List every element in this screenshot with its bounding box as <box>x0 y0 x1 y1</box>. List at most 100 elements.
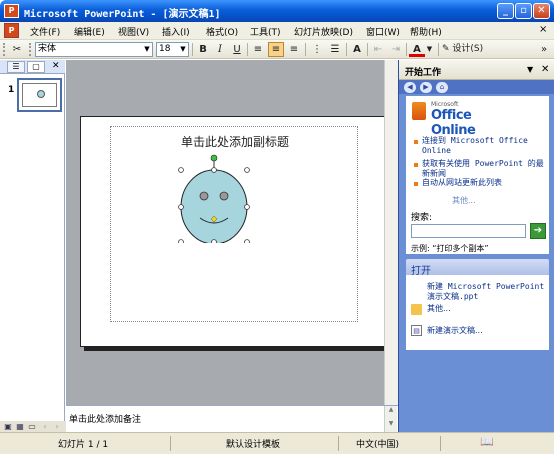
recent-file-link[interactable]: 新建 Microsoft PowerPoint 演示文稿.ppt <box>427 282 545 302</box>
open-more-link[interactable]: 其他... <box>427 304 551 314</box>
link-connect-office-online[interactable]: 连接到 Microsoft Office Online <box>422 136 546 156</box>
open-section-header: 打开 <box>406 259 549 277</box>
italic-button[interactable]: I <box>212 42 228 57</box>
slides-pane-close-icon[interactable]: ✕ <box>52 61 60 71</box>
menu-help[interactable]: 帮助(H) <box>410 25 442 38</box>
resize-handle[interactable] <box>178 167 184 173</box>
increase-indent-icon[interactable]: ⇥ <box>388 42 404 57</box>
menu-tools[interactable]: 工具(T) <box>250 25 281 38</box>
vertical-scrollbar[interactable] <box>384 60 398 405</box>
task-pane-close-icon[interactable]: ✕ <box>541 64 549 75</box>
cut-icon[interactable]: ✂ <box>9 42 25 57</box>
font-color-button[interactable]: A <box>409 42 425 57</box>
decrease-indent-icon[interactable]: ⇤ <box>370 42 386 57</box>
menu-window[interactable]: 窗口(W) <box>366 25 400 38</box>
chevron-down-icon[interactable]: ▼ <box>527 65 533 74</box>
powerpoint-app-icon[interactable]: P <box>4 4 19 18</box>
document-close-button[interactable]: × <box>539 24 547 35</box>
notes-scrollbar[interactable]: ▲ ▼ <box>384 406 397 433</box>
logo-microsoft-text: Microsoft <box>431 101 459 108</box>
minimize-button[interactable]: _ <box>497 3 514 19</box>
resize-handle[interactable] <box>244 204 250 210</box>
tab-slides[interactable]: ▢ <box>27 61 45 73</box>
align-right-icon[interactable]: ≡ <box>286 42 302 57</box>
task-pane-navigation: ◀ ▶ ⌂ <box>399 80 554 94</box>
font-name-select[interactable]: 宋体 ▼ <box>35 42 153 57</box>
smiley-face-shape[interactable] <box>178 153 254 243</box>
document-menu-icon[interactable]: P <box>4 23 19 38</box>
status-slide-count: 幻灯片 1 / 1 <box>58 440 109 450</box>
numbered-list-icon[interactable]: ⋮ <box>309 42 325 57</box>
bullet-icon <box>414 182 418 186</box>
resize-handle[interactable] <box>178 239 184 243</box>
chevron-down-icon: ▼ <box>180 45 186 53</box>
toolbar-separator <box>438 43 439 56</box>
design-button-label: 设计(S) <box>452 44 484 54</box>
toolbar-separator <box>305 43 306 56</box>
slide-thumbnail[interactable] <box>17 78 62 112</box>
search-example-text: 示例: “打印多个副本” <box>411 244 489 253</box>
bold-button[interactable]: B <box>195 42 211 57</box>
rotation-handle[interactable] <box>210 154 218 162</box>
underline-button[interactable]: U <box>229 42 245 57</box>
new-document-icon: ▤ <box>411 325 422 336</box>
title-bar[interactable]: P Microsoft PowerPoint - [演示文稿1] _ ▫ ✕ <box>0 0 554 22</box>
font-size-select[interactable]: 18 ▼ <box>156 42 189 57</box>
spelling-status-icon[interactable]: 📖 <box>480 435 494 448</box>
back-icon[interactable]: ◀ <box>404 82 416 93</box>
resize-handle[interactable] <box>211 167 217 173</box>
home-icon[interactable]: ⌂ <box>436 82 448 93</box>
forward-icon[interactable]: ▶ <box>420 82 432 93</box>
toolbar-separator <box>367 43 368 56</box>
formatting-toolbar: ✂ 宋体 ▼ 18 ▼ B I U ≡ ≡ ≡ ⋮ ☰ A ⇤ ⇥ A ▼ ✎ … <box>0 40 554 59</box>
restore-button[interactable]: ▫ <box>515 3 532 19</box>
status-language: 中文(中国) <box>356 440 400 450</box>
resize-handle[interactable] <box>211 239 217 243</box>
menu-edit[interactable]: 编辑(E) <box>74 25 105 38</box>
menu-slideshow[interactable]: 幻灯片放映(D) <box>294 25 353 38</box>
task-pane-header: 开始工作 ▼ ✕ <box>399 60 554 80</box>
grow-font-button[interactable]: A <box>349 42 365 57</box>
menu-format[interactable]: 格式(O) <box>206 25 238 38</box>
toolbar-separator <box>247 43 248 56</box>
resize-handle[interactable] <box>244 167 250 173</box>
pencil-icon: ✎ <box>442 44 450 54</box>
link-powerpoint-news[interactable]: 获取有关使用 PowerPoint 的最新新闻 <box>422 159 546 179</box>
align-left-icon[interactable]: ≡ <box>250 42 266 57</box>
search-input[interactable] <box>411 224 526 238</box>
slideshow-icon[interactable]: ▭ <box>27 422 37 432</box>
tab-outline[interactable]: ☰ <box>7 61 25 73</box>
menu-insert[interactable]: 插入(I) <box>162 25 190 38</box>
font-size-value: 18 <box>159 44 171 54</box>
menu-file[interactable]: 文件(F) <box>30 25 60 38</box>
resize-handle[interactable] <box>178 204 184 210</box>
menu-view[interactable]: 视图(V) <box>118 25 149 38</box>
close-button[interactable]: ✕ <box>533 3 550 19</box>
align-center-icon[interactable]: ≡ <box>268 42 284 57</box>
search-go-icon[interactable]: ➔ <box>530 223 546 239</box>
office-logo-icon <box>412 102 426 120</box>
status-design-template: 默认设计模板 <box>226 440 281 450</box>
bulleted-list-icon[interactable]: ☰ <box>327 42 343 57</box>
toolbar-grip[interactable] <box>29 43 32 56</box>
slide-number: 1 <box>8 85 15 95</box>
notes-pane[interactable]: 单击此处添加备注 ▲ ▼ <box>66 405 398 433</box>
slide-sorter-icon[interactable]: ▦ <box>15 422 25 432</box>
resize-handle[interactable] <box>244 239 250 243</box>
status-separator <box>170 436 171 451</box>
slide-canvas[interactable]: 单击此处添加副标题 <box>80 116 385 347</box>
scroll-left-icon[interactable]: ‹ <box>40 422 50 432</box>
design-button[interactable]: ✎ 设计(S) <box>442 42 492 57</box>
font-color-dropdown-icon[interactable]: ▼ <box>425 42 434 57</box>
toolbar-options-icon[interactable]: » <box>538 42 550 57</box>
scroll-right-icon[interactable]: › <box>52 422 62 432</box>
link-auto-update-list[interactable]: 自动从网站更新此列表 <box>422 178 546 188</box>
chevron-down-icon: ▼ <box>144 45 150 53</box>
new-presentation-link[interactable]: 新建演示文稿... <box>427 326 551 336</box>
bullet-icon <box>414 140 418 144</box>
status-bar: 幻灯片 1 / 1 默认设计模板 中文(中国) 📖 <box>0 432 554 454</box>
more-link[interactable]: 其他... <box>452 195 476 206</box>
toolbar-grip[interactable] <box>3 43 6 56</box>
normal-view-icon[interactable]: ▣ <box>3 422 13 432</box>
bullet-icon <box>414 163 418 167</box>
